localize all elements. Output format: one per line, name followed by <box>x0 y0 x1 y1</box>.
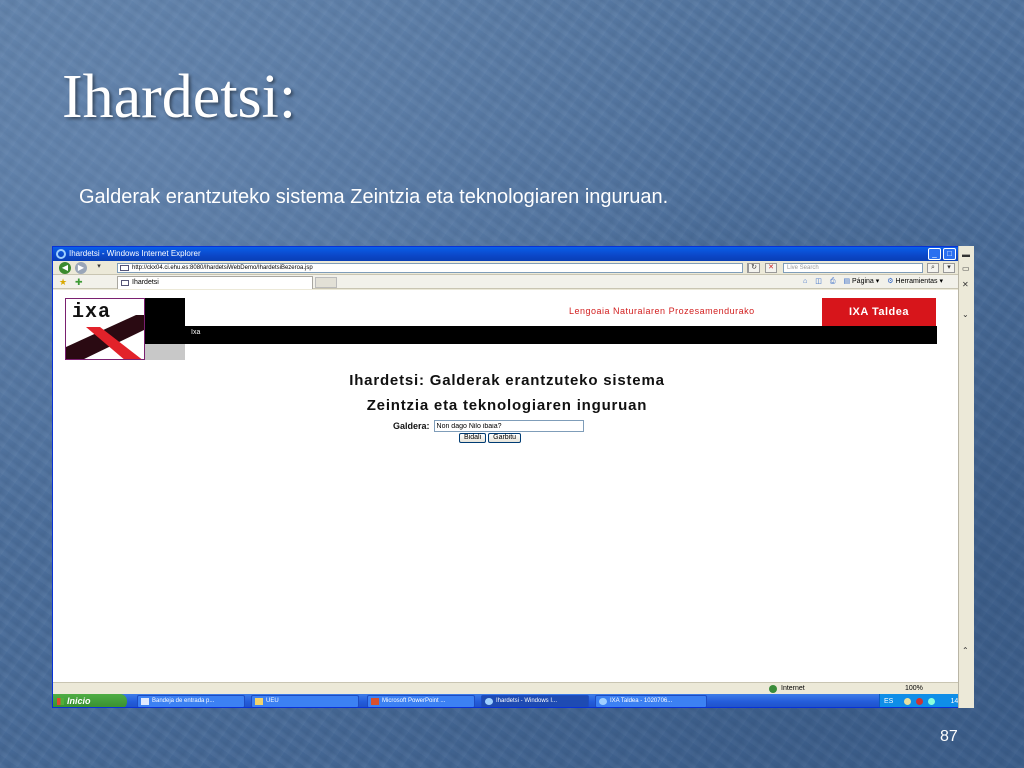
start-button[interactable]: Inicio <box>53 694 127 707</box>
tools-gear-icon: ⚙ <box>887 278 896 285</box>
page-menu-label: Página <box>852 278 874 285</box>
taskbar-item-folder[interactable]: UEU <box>251 695 359 707</box>
tray-icon[interactable] <box>904 698 911 705</box>
windows-flag-icon <box>57 698 64 705</box>
page-viewport: ixa Lengoaia Naturalaren Prozesamendurak… <box>53 290 961 682</box>
tab-ihardetsi[interactable]: Ihardetsi <box>117 276 313 289</box>
taskbar-item-label: UEU <box>266 698 279 704</box>
url-input[interactable]: http://ckx04.ci.ehu.es:8080/IhardetsiWeb… <box>117 263 743 273</box>
logo-text: ixa <box>72 301 112 324</box>
internet-globe-icon <box>769 685 777 693</box>
mail-icon <box>141 698 149 705</box>
taskbar-item-label: Bandeja de entrada p... <box>152 698 215 704</box>
page-menu[interactable]: ▤ Página ▾ <box>843 276 879 288</box>
slide-subtitle: Galderak erantzuteko sistema Zeintzia et… <box>79 186 669 208</box>
add-favorites-icon[interactable]: ✚ <box>75 276 83 288</box>
nav-link-ixa[interactable]: Ixa <box>191 329 200 336</box>
minimize-icon[interactable]: ▬ <box>962 250 970 259</box>
live-search-input[interactable]: Live Search <box>783 263 923 273</box>
tools-menu-label: Herramientas <box>895 278 938 285</box>
window-title: Ihardetsi - Windows Internet Explorer <box>69 249 201 258</box>
header-black-block <box>145 298 185 344</box>
tools-menu[interactable]: ⚙ Herramientas ▾ <box>887 276 943 288</box>
ie-icon <box>599 698 607 705</box>
taskbar-item-powerpoint[interactable]: Microsoft PowerPoint ... <box>367 695 475 707</box>
question-label: Galdera: <box>393 421 430 431</box>
submit-button[interactable]: Bidali <box>459 433 487 443</box>
url-text: http://ckx04.ci.ehu.es:8080/IhardetsiWeb… <box>132 265 313 271</box>
tab-label: Ihardetsi <box>132 279 159 286</box>
slide-title: Ihardetsi: <box>62 63 297 131</box>
taskbar-item-label: Microsoft PowerPoint ... <box>382 698 446 704</box>
feeds-icon[interactable]: ◫ <box>815 276 822 288</box>
slide-number: 87 <box>940 728 958 745</box>
favorites-star-icon[interactable]: ★ <box>59 276 67 288</box>
side-toolbar: ▬ ▭ ✕ ⌄ ⌃ <box>958 246 974 708</box>
page-heading-line1: Ihardetsi: Galderak erantzuteko sistema <box>349 372 665 389</box>
print-icon[interactable]: ⎙ <box>830 276 836 288</box>
header-gray-block <box>145 344 185 360</box>
clear-button[interactable]: Garbitu <box>488 433 522 443</box>
tray-icon[interactable] <box>928 698 935 705</box>
search-options-icon[interactable]: ▾ <box>943 263 955 273</box>
scroll-marker-icon[interactable]: ⌃ <box>962 646 969 655</box>
new-tab-button[interactable] <box>315 277 337 288</box>
powerpoint-icon <box>371 698 379 705</box>
tagline: Lengoaia Naturalaren Prozesamendurako <box>569 306 755 316</box>
language-indicator[interactable]: ES <box>884 694 893 707</box>
close-icon[interactable]: ✕ <box>962 280 969 289</box>
back-button[interactable]: ◀ <box>59 262 71 274</box>
nav-bar: Ixa <box>185 326 937 344</box>
start-label: Inicio <box>67 696 91 706</box>
scroll-marker-icon[interactable]: ⌄ <box>962 310 969 319</box>
search-icon[interactable]: ⌕ <box>927 263 939 273</box>
forward-button[interactable]: ▶ <box>75 262 87 274</box>
taskbar-item-ihardetsi[interactable]: Ihardetsi - Windows I... <box>481 695 589 707</box>
restore-icon[interactable]: ▭ <box>962 264 970 273</box>
zoom-level[interactable]: 100% <box>905 683 923 694</box>
history-dropdown-icon[interactable]: ▾ <box>93 263 105 273</box>
ie-logo-icon <box>56 249 66 259</box>
tab-bar: ★ ✚ Ihardetsi ⌂ ◫ ⎙ ▤ Página ▾ ⚙ Herrami… <box>53 275 973 289</box>
question-input[interactable] <box>433 420 584 432</box>
status-bar: Internet 100% <box>53 682 973 694</box>
taskbar-item-ixa[interactable]: IXA Taldea - 1020706... <box>595 695 707 707</box>
taskbar-item-label: IXA Taldea - 1020706... <box>610 698 673 704</box>
home-icon[interactable]: ⌂ <box>803 276 807 288</box>
page-icon <box>120 265 129 271</box>
page-heading-line2: Zeintzia eta teknologiaren inguruan <box>366 397 648 414</box>
address-bar: ◀ ▶ ▾ http://ckx04.ci.ehu.es:8080/Iharde… <box>53 261 973 275</box>
ixa-logo[interactable]: ixa <box>65 298 145 360</box>
window-titlebar[interactable]: Ihardetsi - Windows Internet Explorer _ … <box>53 247 973 261</box>
taskbar-item-label: Ihardetsi - Windows I... <box>496 698 558 704</box>
refresh-icon[interactable]: ↻ <box>748 263 760 273</box>
taskbar: Inicio Bandeja de entrada p... UEU Micro… <box>53 694 973 707</box>
group-name-banner[interactable]: IXA Taldea <box>822 298 936 326</box>
taskbar-item-mail[interactable]: Bandeja de entrada p... <box>137 695 245 707</box>
minimize-button[interactable]: _ <box>928 248 941 260</box>
security-zone: Internet <box>781 685 805 692</box>
tab-page-icon <box>121 280 129 286</box>
browser-screenshot: Ihardetsi - Windows Internet Explorer _ … <box>52 246 974 708</box>
form-buttons: Bidali Garbitu <box>459 433 522 443</box>
tray-icon[interactable] <box>916 698 923 705</box>
maximize-button[interactable]: □ <box>943 248 956 260</box>
stop-icon[interactable]: ✕ <box>765 263 777 273</box>
page-menu-icon: ▤ <box>843 278 853 285</box>
question-row: Galdera: <box>393 420 584 432</box>
folder-icon <box>255 698 263 705</box>
ie-icon <box>485 698 493 705</box>
